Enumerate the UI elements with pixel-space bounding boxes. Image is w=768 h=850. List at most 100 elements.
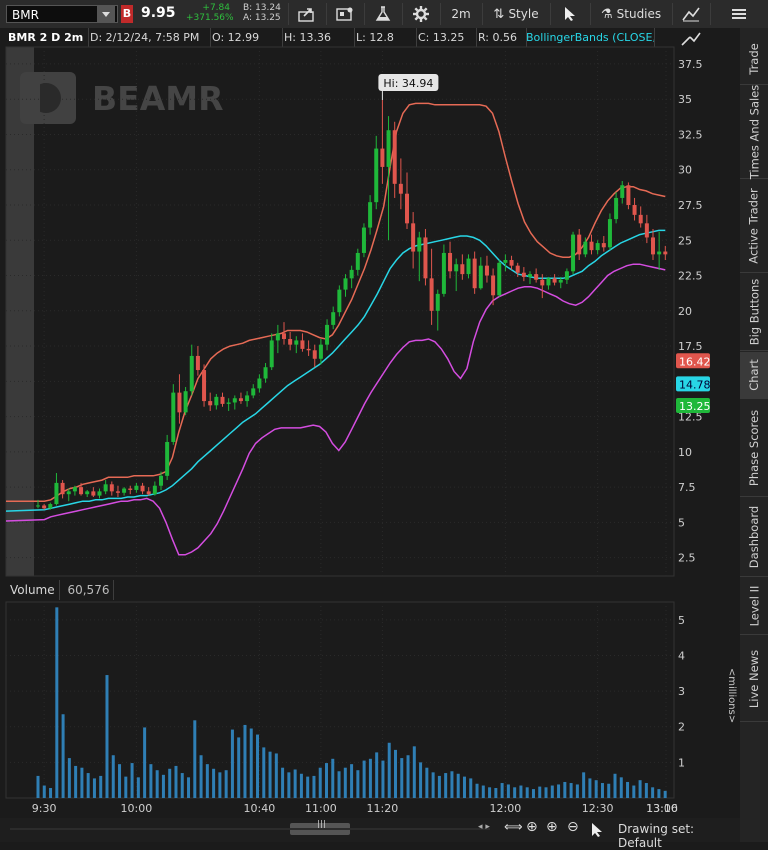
sidebar-tab-label: Live News bbox=[747, 649, 761, 708]
candle-body bbox=[368, 202, 373, 228]
candle-body bbox=[540, 279, 545, 286]
candle-body bbox=[386, 130, 391, 167]
sidebar-tab-dashboard[interactable]: Dashboard bbox=[740, 498, 768, 577]
price-tick-label: 35 bbox=[678, 93, 692, 106]
sidebar-tab-times-and-sales[interactable]: Times And Sales bbox=[740, 85, 768, 179]
crosshair-icon[interactable]: ⊕ bbox=[526, 819, 538, 835]
volume-bar bbox=[268, 751, 272, 798]
volume-header: Volume 60,576 bbox=[6, 580, 115, 600]
candle-body bbox=[515, 265, 520, 273]
bar-close: C: 13.25 bbox=[414, 28, 477, 47]
candle-body bbox=[509, 260, 514, 266]
sidebar-tab-big-buttons[interactable]: Big Buttons bbox=[740, 274, 768, 351]
menu-button[interactable] bbox=[710, 3, 767, 25]
share-icon bbox=[298, 8, 314, 22]
volume-bar bbox=[644, 783, 648, 798]
volume-bar bbox=[475, 783, 479, 798]
volume-bar bbox=[525, 787, 529, 798]
grid-icon bbox=[336, 7, 353, 21]
sidebar-tab-live-news[interactable]: Live News bbox=[740, 636, 768, 722]
candle-body bbox=[318, 344, 323, 359]
candle-body bbox=[392, 130, 397, 184]
volume-bar bbox=[67, 758, 71, 798]
candle-body bbox=[411, 223, 416, 252]
studies-button[interactable]: ⚗ Studies bbox=[590, 3, 671, 25]
zoom-in-icon[interactable]: ⊕ bbox=[546, 819, 558, 835]
volume-bar bbox=[237, 737, 241, 798]
change-abs: +7.84 bbox=[202, 3, 230, 13]
volume-bar bbox=[488, 787, 492, 798]
time-tick-label: 10:40 bbox=[244, 802, 276, 815]
candle-body bbox=[202, 370, 207, 402]
sidebar-tab-level-ii[interactable]: Level II bbox=[740, 578, 768, 635]
volume-bar bbox=[588, 778, 592, 798]
volume-bar bbox=[299, 773, 303, 798]
volume-bar bbox=[638, 780, 642, 798]
volume-bar bbox=[155, 770, 159, 798]
volume-bar bbox=[74, 765, 78, 798]
time-tick-label: 11:20 bbox=[367, 802, 399, 815]
candle-body bbox=[140, 485, 145, 492]
volume-bar bbox=[412, 746, 416, 798]
candle-body bbox=[263, 367, 268, 379]
volume-bar bbox=[331, 758, 335, 798]
volume-bar bbox=[387, 742, 391, 798]
price-chart[interactable]: BEAMR Hi: 34.94 2.557.51012.51517.52022.… bbox=[5, 46, 711, 577]
cursor-button[interactable] bbox=[550, 3, 589, 25]
sidebar-tab-label: Trade bbox=[747, 43, 761, 75]
sidebar-tab-label: Chart bbox=[747, 359, 762, 391]
candle-body bbox=[374, 148, 379, 203]
top-toolbar: BMR B 9.95 +7.84 +371.56% B: 13.24 A: 13… bbox=[0, 0, 768, 29]
sidebar-tab-active-trader[interactable]: Active Trader bbox=[740, 180, 768, 273]
zoom-out-icon[interactable]: ⊖ bbox=[567, 819, 579, 835]
drawings-button[interactable] bbox=[672, 3, 709, 25]
study-label[interactable]: BollingerBands (CLOSE, 0, 20,... bbox=[522, 28, 655, 47]
price-tick-label: 32.5 bbox=[678, 128, 703, 141]
time-tick-label: 13:16 bbox=[646, 802, 678, 815]
chart-title[interactable]: BMR 2 D 2m bbox=[4, 28, 89, 47]
sidebar-tab-phase-scores[interactable]: Phase Scores bbox=[740, 400, 768, 497]
price-tick-label: 17.5 bbox=[678, 340, 703, 353]
pan-icon[interactable]: ⟺ bbox=[504, 820, 523, 835]
scroll-arrows-icon[interactable]: ◂ ▸ bbox=[478, 822, 490, 832]
volume-bar bbox=[55, 607, 59, 798]
sidebar-tab-label: Level II bbox=[747, 585, 762, 627]
candle-body bbox=[122, 488, 127, 493]
time-tick-label: 11:00 bbox=[305, 802, 337, 815]
right-sidebar: Trade Times And Sales Active Trader Big But… bbox=[740, 28, 768, 842]
volume-bar bbox=[281, 767, 285, 798]
volume-bar bbox=[513, 787, 517, 798]
ask-value: A: 13.25 bbox=[243, 13, 281, 23]
drawing-set-label[interactable]: Drawing set: Default bbox=[618, 822, 740, 850]
volume-bar bbox=[49, 788, 53, 798]
volume-bar bbox=[657, 789, 661, 798]
scroll-track[interactable] bbox=[10, 828, 490, 830]
sidebar-tab-chart[interactable]: Chart bbox=[740, 352, 768, 399]
pointer-icon[interactable] bbox=[590, 822, 604, 838]
bar-low: L: 12.8 bbox=[352, 28, 417, 47]
volume-bar bbox=[249, 728, 253, 798]
drawing-tool-icon[interactable] bbox=[680, 29, 702, 47]
candle-body bbox=[97, 491, 102, 496]
volume-bar bbox=[130, 763, 134, 798]
candle-body bbox=[632, 204, 637, 215]
flask-button[interactable] bbox=[364, 3, 401, 25]
share-button[interactable] bbox=[288, 3, 325, 25]
volume-bar bbox=[86, 773, 90, 798]
style-label: Style bbox=[508, 7, 539, 21]
volume-bar bbox=[149, 764, 153, 798]
volume-bar bbox=[425, 767, 429, 798]
timeframe-button[interactable]: 2m bbox=[440, 3, 481, 25]
grid-button[interactable] bbox=[326, 3, 363, 25]
time-tick-label: 10:00 bbox=[121, 802, 153, 815]
candle-body bbox=[85, 491, 90, 495]
bar-range: R: 0.56 bbox=[474, 28, 527, 47]
style-button[interactable]: ⇅ Style bbox=[482, 3, 549, 25]
sidebar-tab-trade[interactable]: Trade bbox=[740, 34, 768, 85]
volume-bar bbox=[531, 789, 535, 798]
settings-button[interactable] bbox=[402, 3, 439, 25]
symbol-dropdown-icon[interactable] bbox=[97, 6, 115, 22]
volume-bar bbox=[607, 783, 611, 798]
volume-bar bbox=[437, 775, 441, 798]
volume-chart[interactable]: 1 2 3 4 5 bbox=[5, 601, 685, 799]
